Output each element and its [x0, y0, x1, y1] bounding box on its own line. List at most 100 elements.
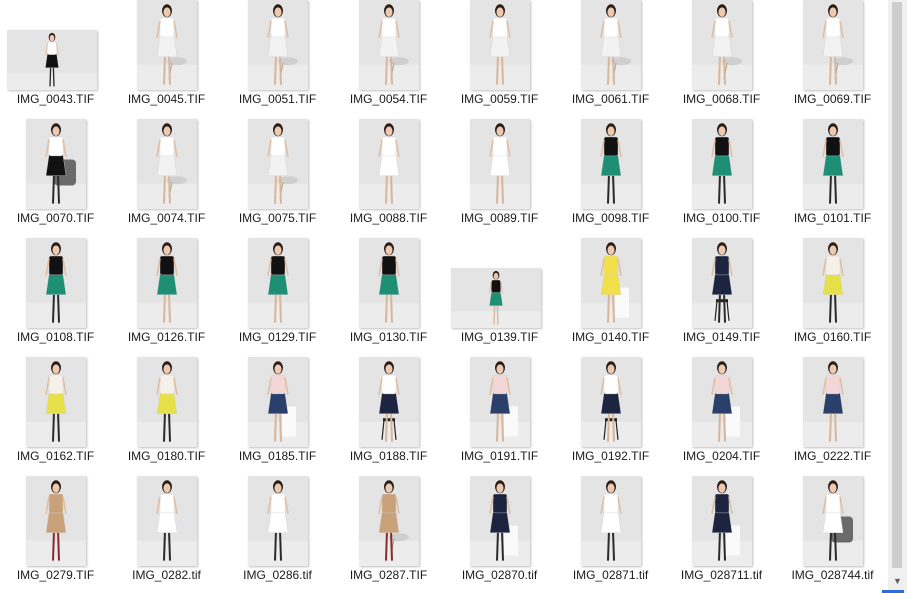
photo-preview	[580, 357, 641, 447]
file-thumbnail[interactable]	[247, 238, 308, 328]
file-thumbnail[interactable]	[136, 119, 197, 209]
file-item[interactable]: IMG_0088.TIF	[333, 119, 444, 237]
file-item[interactable]: IMG_0279.TIF	[0, 476, 111, 593]
file-thumbnail[interactable]	[247, 119, 308, 209]
photo-preview	[136, 476, 197, 566]
file-thumbnail[interactable]	[469, 476, 530, 566]
file-thumbnail[interactable]	[691, 0, 752, 90]
photo-preview	[802, 357, 863, 447]
file-thumbnail[interactable]	[691, 238, 752, 328]
file-item[interactable]: IMG_0139.TIF	[444, 238, 555, 356]
file-thumbnail[interactable]	[450, 268, 541, 328]
file-thumbnail[interactable]	[358, 119, 419, 209]
file-name-label: IMG_0287.TIF	[349, 568, 428, 582]
file-item[interactable]: IMG_0054.TIF	[333, 0, 444, 118]
file-thumbnail[interactable]	[358, 357, 419, 447]
file-thumbnail[interactable]	[691, 357, 752, 447]
file-item[interactable]: IMG_0059.TIF	[444, 0, 555, 118]
file-thumbnail[interactable]	[580, 238, 641, 328]
file-item[interactable]: IMG_028711.tif	[666, 476, 777, 593]
file-thumbnail[interactable]	[358, 238, 419, 328]
file-thumbnail[interactable]	[247, 0, 308, 90]
file-item[interactable]: IMG_0282.tif	[111, 476, 222, 593]
photo-preview	[802, 119, 863, 209]
file-thumbnail[interactable]	[247, 357, 308, 447]
file-item[interactable]: IMG_0070.TIF	[0, 119, 111, 237]
photo-preview	[247, 119, 308, 209]
file-thumbnail[interactable]	[358, 0, 419, 90]
file-item[interactable]: IMG_0061.TIF	[555, 0, 666, 118]
file-thumbnail[interactable]	[136, 357, 197, 447]
file-thumbnail[interactable]	[136, 476, 197, 566]
file-item[interactable]: IMG_0101.TIF	[777, 119, 888, 237]
file-item[interactable]: IMG_0287.TIF	[333, 476, 444, 593]
file-thumbnail[interactable]	[691, 476, 752, 566]
file-item[interactable]: IMG_0100.TIF	[666, 119, 777, 237]
file-thumbnail[interactable]	[691, 119, 752, 209]
file-thumbnail[interactable]	[580, 476, 641, 566]
file-item[interactable]: IMG_0140.TIF	[555, 238, 666, 356]
file-thumbnail[interactable]	[469, 0, 530, 90]
file-item[interactable]: IMG_0130.TIF	[333, 238, 444, 356]
file-name-label: IMG_0100.TIF	[682, 211, 761, 225]
file-item[interactable]: IMG_0185.TIF	[222, 357, 333, 475]
file-item[interactable]: IMG_0191.TIF	[444, 357, 555, 475]
file-thumbnail[interactable]	[580, 357, 641, 447]
scroll-down-arrow-icon[interactable]: ▼	[888, 573, 907, 590]
file-item[interactable]: IMG_0075.TIF	[222, 119, 333, 237]
file-item[interactable]: IMG_0043.TIF	[0, 0, 111, 118]
file-thumbnail[interactable]	[25, 119, 86, 209]
file-item[interactable]: IMG_0222.TIF	[777, 357, 888, 475]
file-thumbnail[interactable]	[25, 476, 86, 566]
file-item[interactable]: IMG_0098.TIF	[555, 119, 666, 237]
file-item[interactable]: IMG_0192.TIF	[555, 357, 666, 475]
file-thumbnail[interactable]	[358, 476, 419, 566]
file-thumbnail[interactable]	[247, 476, 308, 566]
file-item[interactable]: IMG_02871.tif	[555, 476, 666, 593]
photo-preview	[136, 357, 197, 447]
file-item[interactable]: IMG_02870.tif	[444, 476, 555, 593]
file-thumbnail[interactable]	[25, 238, 86, 328]
file-item[interactable]: IMG_0074.TIF	[111, 119, 222, 237]
file-item[interactable]: IMG_0286.tif	[222, 476, 333, 593]
file-name-label: IMG_0140.TIF	[571, 330, 650, 344]
file-item[interactable]: IMG_0126.TIF	[111, 238, 222, 356]
file-thumbnail[interactable]	[802, 0, 863, 90]
photo-preview	[358, 476, 419, 566]
file-item[interactable]: IMG_0089.TIF	[444, 119, 555, 237]
file-item[interactable]: IMG_0045.TIF	[111, 0, 222, 118]
photo-preview	[691, 357, 752, 447]
file-item[interactable]: IMG_0162.TIF	[0, 357, 111, 475]
file-item[interactable]: IMG_028744.tif	[777, 476, 888, 593]
file-thumbnail[interactable]	[469, 119, 530, 209]
file-item[interactable]: IMG_0051.TIF	[222, 0, 333, 118]
file-name-label: IMG_0139.TIF	[460, 330, 539, 344]
file-item[interactable]: IMG_0204.TIF	[666, 357, 777, 475]
photo-preview	[580, 476, 641, 566]
file-name-label: IMG_0286.tif	[243, 568, 312, 582]
file-thumbnail[interactable]	[25, 357, 86, 447]
file-item[interactable]: IMG_0108.TIF	[0, 238, 111, 356]
file-thumbnail[interactable]	[802, 476, 863, 566]
file-item[interactable]: IMG_0068.TIF	[666, 0, 777, 118]
vertical-scrollbar[interactable]: ▼	[888, 0, 907, 593]
file-thumbnail[interactable]	[136, 238, 197, 328]
file-thumbnail[interactable]	[136, 0, 197, 90]
file-thumbnail[interactable]	[469, 357, 530, 447]
file-thumbnail[interactable]	[580, 0, 641, 90]
file-thumbnail[interactable]	[802, 238, 863, 328]
file-item[interactable]: IMG_0129.TIF	[222, 238, 333, 356]
file-item[interactable]: IMG_0069.TIF	[777, 0, 888, 118]
file-thumbnail[interactable]	[802, 357, 863, 447]
photo-preview	[136, 238, 197, 328]
file-name-label: IMG_0043.TIF	[16, 92, 95, 106]
file-thumbnail[interactable]	[802, 119, 863, 209]
file-item[interactable]: IMG_0180.TIF	[111, 357, 222, 475]
file-thumbnail[interactable]	[6, 30, 97, 90]
file-item[interactable]: IMG_0188.TIF	[333, 357, 444, 475]
scrollbar-thumb[interactable]	[892, 2, 902, 568]
file-item[interactable]: IMG_0149.TIF	[666, 238, 777, 356]
file-name-label: IMG_02871.tif	[572, 568, 649, 582]
file-thumbnail[interactable]	[580, 119, 641, 209]
file-item[interactable]: IMG_0160.TIF	[777, 238, 888, 356]
